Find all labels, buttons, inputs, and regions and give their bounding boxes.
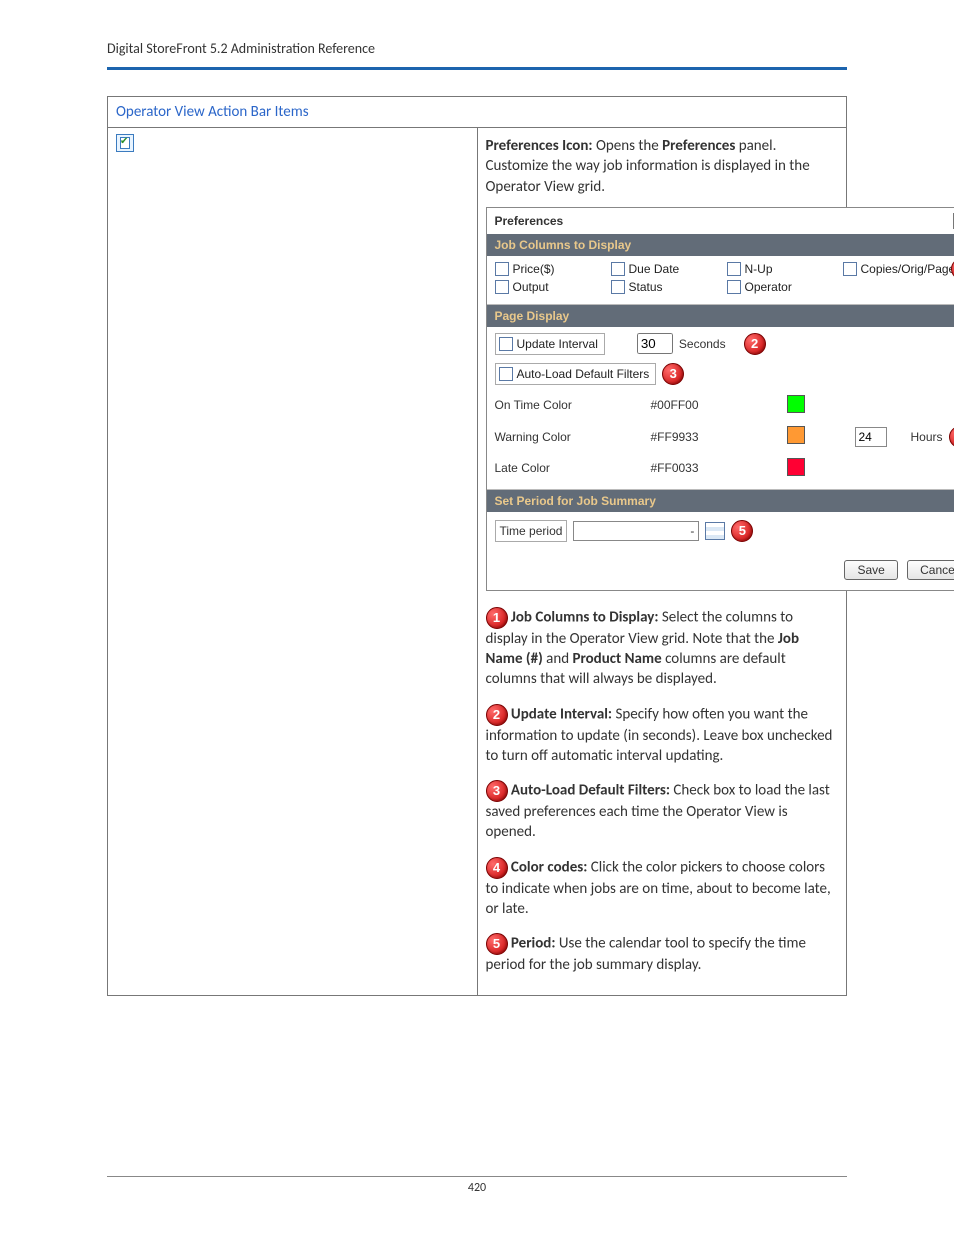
callout-3: 3 xyxy=(662,363,684,385)
callout-4-inline: 4 xyxy=(486,857,508,879)
update-interval-unit: Seconds xyxy=(679,337,726,351)
save-button[interactable]: Save xyxy=(844,560,897,580)
checkbox-icon xyxy=(727,262,741,276)
icon-cell xyxy=(108,128,478,996)
row-value-late: #FF0033 xyxy=(651,461,781,475)
update-interval-input[interactable] xyxy=(637,333,673,354)
checkbox-nup[interactable]: N-Up xyxy=(727,262,837,276)
checkbox-label: Status xyxy=(629,280,663,294)
section-body-columns: Price($) Due Date N-Up Copies/Orig/Pages… xyxy=(487,256,954,305)
preferences-icon xyxy=(116,134,134,152)
checkbox-output[interactable]: Output xyxy=(495,280,605,294)
desc-4-title: Color codes: xyxy=(511,858,587,876)
intro-text-a: Opens the xyxy=(593,137,663,155)
time-period-field[interactable]: - xyxy=(573,521,699,541)
desc-2-title: Update Interval: xyxy=(511,705,612,723)
desc-1-bold-b: Product Name xyxy=(572,650,661,668)
swatch-late[interactable] xyxy=(787,458,805,476)
doc-title: Digital StoreFront 5.2 Administration Re… xyxy=(107,40,847,63)
footer-rule xyxy=(107,1176,847,1177)
autoload-label: Auto-Load Default Filters xyxy=(517,367,650,381)
checkbox-label: N-Up xyxy=(745,262,773,276)
desc-5-title: Period: xyxy=(511,935,556,953)
checkbox-label: Output xyxy=(513,280,549,294)
detail-cell: Preferences Icon: Opens the Preferences … xyxy=(477,128,847,996)
callout-4: 4 xyxy=(949,426,954,448)
row-value-warning: #FF9933 xyxy=(651,430,781,444)
swatch-warning[interactable] xyxy=(787,426,805,444)
section-header-page-display: Page Display xyxy=(487,305,954,327)
checkbox-icon xyxy=(727,280,741,294)
time-period-label: Time period xyxy=(495,520,568,542)
section-header-period: Set Period for Job Summary xyxy=(487,490,954,512)
desc-item-3: 3 Auto-Load Default Filters: Check box t… xyxy=(486,780,839,843)
section-body-period: Time period - 5 xyxy=(487,512,954,550)
callout-2: 2 xyxy=(744,333,766,355)
checkbox-status[interactable]: Status xyxy=(611,280,721,294)
checkbox-copies[interactable]: Copies/Orig/Pages xyxy=(843,262,954,276)
checkbox-icon xyxy=(495,262,509,276)
update-interval-label: Update Interval xyxy=(517,337,598,351)
row-label-late: Late Color xyxy=(495,461,645,475)
desc-item-2: 2 Update Interval: Specify how often you… xyxy=(486,704,839,767)
section-header-columns: Job Columns to Display xyxy=(487,234,954,256)
checkbox-label: Due Date xyxy=(629,262,680,276)
desc-item-5: 5 Period: Use the calendar tool to speci… xyxy=(486,933,839,975)
checkbox-icon xyxy=(611,262,625,276)
row-value-ontime: #00FF00 xyxy=(651,398,781,412)
desc-item-1: 1 Job Columns to Display: Select the col… xyxy=(486,607,839,690)
action-bar-table: Operator View Action Bar Items Preferenc… xyxy=(107,96,847,996)
checkbox-price[interactable]: Price($) xyxy=(495,262,605,276)
desc-1-title: Job Columns to Display: xyxy=(511,608,659,626)
checkbox-label: Price($) xyxy=(513,262,555,276)
panel-title-text: Preferences xyxy=(495,214,564,228)
intro-bold2: Preferences xyxy=(662,137,735,155)
checkbox-icon xyxy=(843,262,857,276)
preferences-panel: Preferences ✕ Job Columns to Display Pri… xyxy=(486,207,954,591)
checkbox-label: Operator xyxy=(745,280,792,294)
table-heading: Operator View Action Bar Items xyxy=(108,97,847,128)
page-number: 420 xyxy=(107,1181,847,1195)
desc-item-4: 4 Color codes: Click the color pickers t… xyxy=(486,857,839,920)
checkbox-update-interval[interactable]: Update Interval xyxy=(495,333,605,355)
section-body-page-display: Update Interval Seconds 2 Auto-Load Defa… xyxy=(487,327,954,490)
checkbox-icon xyxy=(499,367,513,381)
checkbox-label: Copies/Orig/Pages xyxy=(861,262,954,276)
desc-1-mid: and xyxy=(543,650,573,668)
cancel-button[interactable]: Cancel xyxy=(907,560,954,580)
checkbox-duedate[interactable]: Due Date xyxy=(611,262,721,276)
intro-lead-bold: Preferences Icon: xyxy=(486,137,593,155)
checkbox-operator[interactable]: Operator xyxy=(727,280,837,294)
color-grid: On Time Color #00FF00 Warning Color #FF9… xyxy=(495,395,954,479)
checkbox-icon xyxy=(499,337,513,351)
warning-hours-input[interactable] xyxy=(855,427,887,447)
calendar-icon[interactable] xyxy=(705,522,725,540)
callout-2-inline: 2 xyxy=(486,704,508,726)
warning-hours-unit: Hours xyxy=(911,430,943,444)
callout-5: 5 xyxy=(731,520,753,542)
button-bar: Save Cancel xyxy=(487,550,954,590)
header-rule xyxy=(107,67,847,70)
checkbox-icon xyxy=(611,280,625,294)
callout-5-inline: 5 xyxy=(486,933,508,955)
callout-3-inline: 3 xyxy=(486,780,508,802)
panel-titlebar: Preferences ✕ xyxy=(487,208,954,234)
desc-3-title: Auto-Load Default Filters: xyxy=(511,782,670,800)
checkbox-autoload[interactable]: Auto-Load Default Filters xyxy=(495,363,657,385)
checkbox-icon xyxy=(495,280,509,294)
swatch-ontime[interactable] xyxy=(787,395,805,413)
descriptions: 1 Job Columns to Display: Select the col… xyxy=(486,607,839,976)
row-label-warning: Warning Color xyxy=(495,430,645,444)
callout-1-inline: 1 xyxy=(486,607,508,629)
intro-paragraph: Preferences Icon: Opens the Preferences … xyxy=(486,136,839,197)
row-label-ontime: On Time Color xyxy=(495,398,645,412)
